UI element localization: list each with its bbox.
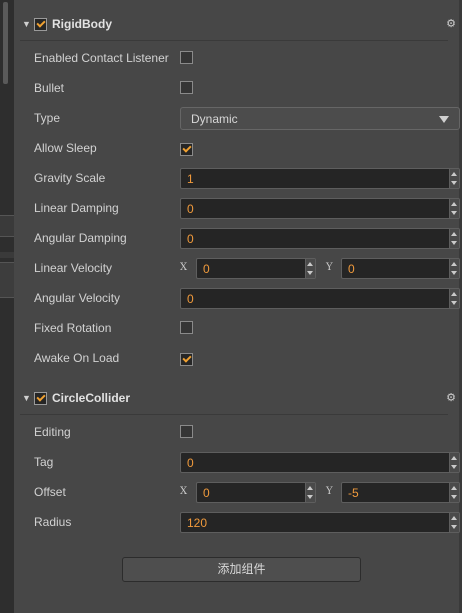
spinner[interactable]: [305, 259, 315, 278]
field-label: Fixed Rotation: [34, 321, 112, 335]
circlecollider-title: CircleCollider: [52, 391, 131, 405]
radius-input[interactable]: 120: [180, 512, 460, 533]
offset-x-input[interactable]: 0: [196, 482, 316, 503]
gravity-scale-value: 1: [187, 172, 194, 186]
angular-damping-input[interactable]: 0: [180, 228, 460, 249]
circlecollider-header[interactable]: ▼ CircleCollider ⚙: [20, 387, 462, 415]
add-component-button[interactable]: 添加组件: [122, 557, 361, 582]
angular-velocity-input[interactable]: 0: [180, 288, 460, 309]
offset-y-input[interactable]: -5: [341, 482, 460, 503]
field-allow-sleep: Allow Sleep: [34, 136, 460, 160]
field-gravity-scale: Gravity Scale 1: [34, 166, 460, 190]
awake-on-load-checkbox[interactable]: [180, 353, 193, 366]
tag-input[interactable]: 0: [180, 452, 460, 473]
field-label: Gravity Scale: [34, 171, 106, 185]
field-label: Enabled Contact Listener: [34, 51, 169, 65]
bullet-checkbox[interactable]: [180, 81, 193, 94]
circlecollider-enabled-checkbox[interactable]: [34, 391, 47, 405]
x-axis-label: X: [180, 262, 188, 273]
spinner[interactable]: [449, 259, 459, 278]
triangle-down-icon[interactable]: ▼: [22, 19, 34, 29]
angular-damping-value: 0: [187, 232, 194, 246]
field-tag: Tag 0: [34, 450, 460, 474]
field-label: Type: [34, 111, 61, 125]
field-enabled-contact-listener: Enabled Contact Listener: [34, 46, 460, 70]
field-label: Allow Sleep: [34, 141, 97, 155]
spinner[interactable]: [449, 169, 459, 188]
offset-x-value: 0: [203, 486, 210, 500]
y-axis-label: Y: [326, 486, 333, 497]
field-label: Awake On Load: [34, 351, 120, 365]
section-divider: [20, 40, 448, 41]
field-label: Tag: [34, 455, 54, 469]
left-scrollbar-thumb[interactable]: [3, 2, 8, 84]
gear-icon[interactable]: ⚙: [446, 391, 456, 404]
spinner[interactable]: [449, 513, 459, 532]
triangle-down-icon[interactable]: ▼: [22, 393, 34, 403]
type-selected-value: Dynamic: [191, 112, 238, 126]
dropdown-arrow-icon: [439, 116, 449, 123]
spinner[interactable]: [449, 483, 459, 502]
spinner[interactable]: [449, 453, 459, 472]
linear-velocity-x-input[interactable]: 0: [196, 258, 316, 279]
gravity-scale-input[interactable]: 1: [180, 168, 460, 189]
rigidbody-header[interactable]: ▼ RigidBody ⚙: [20, 13, 462, 41]
field-label: Linear Damping: [34, 201, 119, 215]
left-panel-handle[interactable]: [0, 252, 14, 258]
allow-sleep-checkbox[interactable]: [180, 143, 193, 156]
field-label: Offset: [34, 485, 66, 499]
field-label: Angular Damping: [34, 231, 127, 245]
rigidbody-title: RigidBody: [52, 17, 112, 31]
spinner[interactable]: [449, 199, 459, 218]
field-label: Editing: [34, 425, 71, 439]
left-panel-tab[interactable]: [0, 262, 14, 298]
field-type: Type Dynamic: [34, 106, 460, 130]
field-label: Radius: [34, 515, 72, 529]
field-bullet: Bullet: [34, 76, 460, 100]
rigidbody-enabled-checkbox[interactable]: [34, 17, 47, 31]
linear-velocity-x-value: 0: [203, 262, 210, 276]
spinner[interactable]: [305, 483, 315, 502]
left-panel-strip: [0, 0, 14, 613]
field-angular-damping: Angular Damping 0: [34, 226, 460, 250]
type-dropdown[interactable]: Dynamic: [180, 107, 460, 130]
field-angular-velocity: Angular Velocity 0: [34, 286, 460, 310]
angular-velocity-value: 0: [187, 292, 194, 306]
field-linear-velocity: Linear Velocity X 0 Y 0: [34, 256, 460, 280]
tag-value: 0: [187, 456, 194, 470]
fixed-rotation-checkbox[interactable]: [180, 321, 193, 334]
field-awake-on-load: Awake On Load: [34, 346, 460, 370]
field-linear-damping: Linear Damping 0: [34, 196, 460, 220]
linear-damping-input[interactable]: 0: [180, 198, 460, 219]
radius-value: 120: [187, 516, 208, 530]
enabled-contact-listener-checkbox[interactable]: [180, 51, 193, 64]
linear-damping-value: 0: [187, 202, 194, 216]
field-offset: Offset X 0 Y -5: [34, 480, 460, 504]
linear-velocity-y-input[interactable]: 0: [341, 258, 460, 279]
section-divider: [20, 414, 448, 415]
field-label: Angular Velocity: [34, 291, 121, 305]
linear-velocity-y-value: 0: [348, 262, 355, 276]
field-editing: Editing: [34, 420, 460, 444]
editing-checkbox[interactable]: [180, 425, 193, 438]
field-label: Linear Velocity: [34, 261, 113, 275]
left-panel-tab[interactable]: [0, 215, 14, 237]
field-label: Bullet: [34, 81, 65, 95]
y-axis-label: Y: [326, 262, 333, 273]
spinner[interactable]: [449, 289, 459, 308]
field-fixed-rotation: Fixed Rotation: [34, 316, 460, 340]
gear-icon[interactable]: ⚙: [446, 17, 456, 30]
offset-y-value: -5: [348, 486, 359, 500]
x-axis-label: X: [180, 486, 188, 497]
spinner[interactable]: [449, 229, 459, 248]
field-radius: Radius 120: [34, 510, 460, 534]
